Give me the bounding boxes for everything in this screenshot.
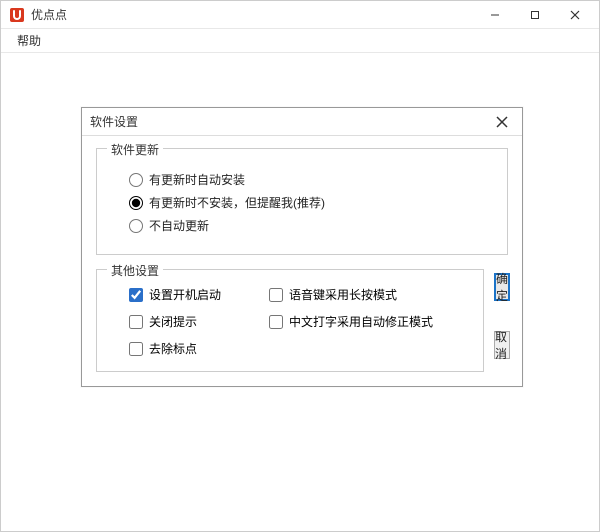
radio-no-update[interactable]: 不自动更新 [129,217,493,234]
check-startup[interactable]: 设置开机启动 [129,286,269,303]
titlebar: 优点点 [1,1,599,29]
check-close-hint-input[interactable] [129,315,143,329]
check-remove-punct[interactable]: 去除标点 [129,340,269,357]
group-update-legend: 软件更新 [107,141,163,158]
client-area: 软件设置 软件更新 有更新时自动安装 有更新时不安装，但提醒我(推荐) [1,53,599,531]
ok-button[interactable]: 确定 [494,273,510,301]
minimize-button[interactable] [475,1,515,29]
radio-remind-me-input[interactable] [129,196,143,210]
check-label: 关闭提示 [149,313,197,330]
app-title: 优点点 [31,6,67,23]
check-label: 去除标点 [149,340,197,357]
settings-dialog: 软件设置 软件更新 有更新时自动安装 有更新时不安装，但提醒我(推荐) [81,107,523,387]
check-voice-longpress[interactable]: 语音键采用长按模式 [269,286,469,303]
check-label: 设置开机启动 [149,286,221,303]
dialog-body: 软件更新 有更新时自动安装 有更新时不安装，但提醒我(推荐) 不自动更新 [82,136,522,386]
app-icon [9,7,25,23]
check-label: 语音键采用长按模式 [289,286,397,303]
menubar: 帮助 [1,29,599,53]
dialog-title: 软件设置 [90,113,490,130]
radio-label: 有更新时自动安装 [149,171,245,188]
close-button[interactable] [555,1,595,29]
radio-label: 不自动更新 [149,217,209,234]
radio-auto-install-input[interactable] [129,173,143,187]
check-voice-longpress-input[interactable] [269,288,283,302]
radio-remind-me[interactable]: 有更新时不安装，但提醒我(推荐) [129,194,493,211]
group-other-legend: 其他设置 [107,262,163,279]
check-label: 中文打字采用自动修正模式 [289,313,433,330]
group-update: 软件更新 有更新时自动安装 有更新时不安装，但提醒我(推荐) 不自动更新 [96,148,508,255]
check-startup-input[interactable] [129,288,143,302]
check-remove-punct-input[interactable] [129,342,143,356]
radio-no-update-input[interactable] [129,219,143,233]
cancel-button[interactable]: 取消 [494,331,510,359]
dialog-titlebar: 软件设置 [82,108,522,136]
button-label: 确定 [496,270,508,304]
check-close-hint[interactable]: 关闭提示 [129,313,269,330]
maximize-button[interactable] [515,1,555,29]
button-label: 取消 [495,328,509,362]
radio-label: 有更新时不安装，但提醒我(推荐) [149,194,325,211]
dialog-close-button[interactable] [490,110,514,134]
main-window: 优点点 帮助 软件设置 软件更新 [0,0,600,532]
check-auto-correct[interactable]: 中文打字采用自动修正模式 [269,313,469,330]
check-auto-correct-input[interactable] [269,315,283,329]
menu-help[interactable]: 帮助 [9,30,49,51]
radio-auto-install[interactable]: 有更新时自动安装 [129,171,493,188]
group-other: 其他设置 设置开机启动 语音键采用长按模式 [96,269,484,372]
